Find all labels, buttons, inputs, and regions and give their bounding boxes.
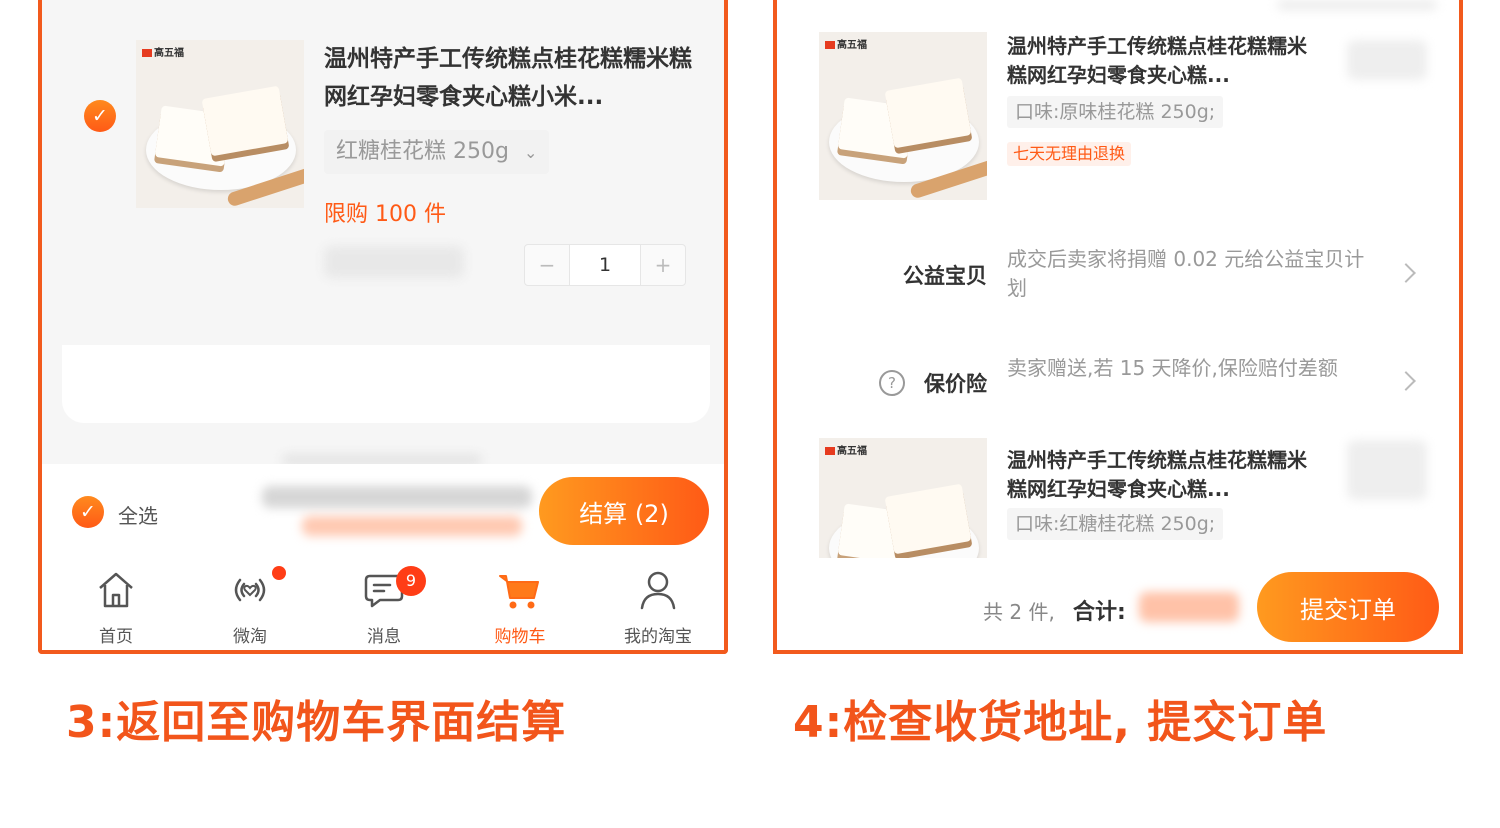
product-thumbnail[interactable]: 高五福 <box>819 438 987 558</box>
return-policy-tag: 七天无理由退换 <box>1007 142 1132 166</box>
select-all-label[interactable]: 全选 <box>118 500 158 529</box>
checkout-bar: ✓ 全选 结算 (2) <box>42 464 724 561</box>
price-blurred <box>1347 440 1427 500</box>
order-item-title: 温州特产手工传统糕点桂花糕糯米糕网红孕妇零食夹心糕... <box>1007 34 1307 87</box>
product-title[interactable]: 温州特产手工传统糕点桂花糕糯米糕网红孕妇零食夹心糕小米... <box>324 40 694 116</box>
cart-item-card: ✓ 高五福 温州特产手工传统糕点桂花糕糯米糕网红孕妇零食夹心糕小米... 红糖桂… <box>62 0 710 423</box>
notification-dot <box>272 566 286 580</box>
sku-label: 红糖桂花糕 250g <box>336 139 509 164</box>
price-blurred <box>1347 40 1427 80</box>
chevron-right-icon[interactable] <box>1396 371 1416 391</box>
order-item-sku: 口味:原味桂花糕 250g; <box>1007 96 1224 128</box>
item-count: 共 2 件, <box>983 600 1055 624</box>
increase-button[interactable]: + <box>641 245 685 285</box>
insurance-desc: 卖家赠送,若 15 天降价,保险赔付差额 <box>1007 356 1338 380</box>
quantity-value[interactable]: 1 <box>569 245 641 285</box>
step-4-caption: 4:检查收货地址, 提交订单 <box>793 697 1328 748</box>
price-blurred <box>324 246 464 278</box>
tab-cart[interactable]: 购物车 <box>460 560 580 650</box>
product-thumbnail[interactable]: 高五福 <box>819 32 987 200</box>
brand-logo: 高五福 <box>142 44 184 59</box>
tab-label: 微淘 <box>233 627 267 647</box>
chevron-right-icon[interactable] <box>1396 263 1416 283</box>
header-blurred <box>1277 0 1437 10</box>
tab-label: 首页 <box>99 627 133 647</box>
charity-desc: 成交后卖家将捐赠 0.02 元给公益宝贝计划 <box>1007 247 1365 300</box>
tab-label: 消息 <box>367 627 401 647</box>
user-icon <box>640 571 676 610</box>
chevron-down-icon: ⌄ <box>523 143 538 162</box>
tab-home[interactable]: 首页 <box>56 560 176 650</box>
tab-label: 购物车 <box>494 627 546 647</box>
tab-weitao[interactable]: 微淘 <box>190 560 310 650</box>
tab-label: 我的淘宝 <box>624 627 692 647</box>
insurance-label: 保价险 <box>924 372 987 396</box>
order-item-title: 温州特产手工传统糕点桂花糕糯米糕网红孕妇零食夹心糕... <box>1007 448 1307 501</box>
purchase-limit: 限购 100 件 <box>324 202 446 227</box>
settle-button[interactable]: 结算 (2) <box>539 477 709 545</box>
message-count-badge: 9 <box>396 566 426 596</box>
item-checkbox-checked[interactable]: ✓ <box>84 100 116 132</box>
brand-logo: 高五福 <box>825 36 867 51</box>
discount-blurred <box>302 516 522 536</box>
broadcast-icon <box>234 578 266 602</box>
cart-screen: ✓ 高五福 温州特产手工传统糕点桂花糕糯米糕网红孕妇零食夹心糕小米... 红糖桂… <box>38 0 728 654</box>
product-thumbnail[interactable]: 高五福 <box>136 40 304 208</box>
sku-selector[interactable]: 红糖桂花糕 250g ⌄ <box>324 130 550 174</box>
step-3-caption: 3:返回至购物车界面结算 <box>66 697 567 748</box>
cart-icon <box>499 575 539 609</box>
help-icon[interactable]: ? <box>879 370 905 396</box>
bottom-tabbar: 首页 微淘 9 消息 购物车 我的淘宝 <box>42 560 724 650</box>
order-confirm-screen: 高五福 温州特产手工传统糕点桂花糕糯米糕网红孕妇零食夹心糕... 口味:原味桂花… <box>773 0 1463 654</box>
charity-label: 公益宝贝 <box>903 264 987 288</box>
decrease-button[interactable]: − <box>525 245 569 285</box>
submit-order-button[interactable]: 提交订单 <box>1257 572 1439 642</box>
quantity-stepper: − 1 + <box>524 244 686 286</box>
order-item-sku: 口味:红糖桂花糕 250g; <box>1007 508 1224 540</box>
total-blurred <box>262 486 532 508</box>
home-icon <box>99 572 133 608</box>
brand-logo: 高五福 <box>825 442 867 457</box>
total-price-blurred <box>1139 592 1239 622</box>
select-all-checkbox[interactable]: ✓ <box>72 496 104 528</box>
total-label: 合计: <box>1073 600 1126 625</box>
tab-my-taobao[interactable]: 我的淘宝 <box>598 560 718 650</box>
tab-messages[interactable]: 9 消息 <box>324 560 444 650</box>
submit-bar: 共 2 件, 合计: 提交订单 <box>777 558 1459 650</box>
